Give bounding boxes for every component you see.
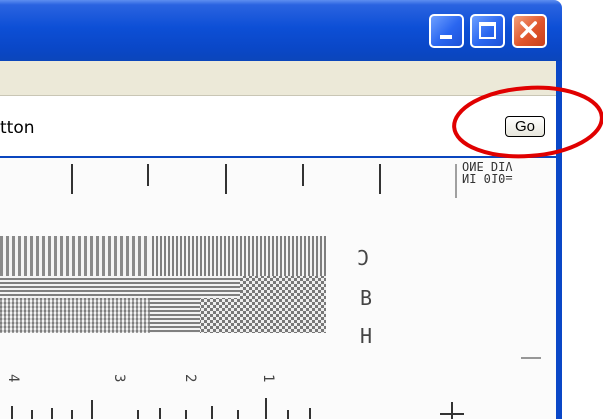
svg-text:4: 4 xyxy=(5,374,21,382)
minimize-button[interactable] xyxy=(429,14,464,48)
letter-b: B xyxy=(360,286,372,310)
close-icon xyxy=(520,21,537,39)
letter-h: H xyxy=(360,324,372,348)
svg-text:1: 1 xyxy=(260,374,276,382)
menu-bar xyxy=(0,61,562,96)
svg-text:2: 2 xyxy=(182,374,198,382)
letter-c: C xyxy=(357,246,369,270)
go-button[interactable]: Go xyxy=(505,116,545,137)
minimize-icon xyxy=(440,35,452,39)
svg-text:3: 3 xyxy=(111,374,127,382)
window-right-border xyxy=(556,61,562,419)
corner-label-line1: NI 010= xyxy=(462,171,513,185)
maximize-icon xyxy=(479,22,496,39)
maximize-button[interactable] xyxy=(470,14,505,48)
corner-label-line2: ONE DIV xyxy=(462,159,513,173)
resolution-chart-graphic: C B H 4 3 2 1 xyxy=(0,164,541,419)
address-toolbar xyxy=(0,96,556,158)
window-outside xyxy=(562,0,603,419)
address-text: tton xyxy=(0,118,35,138)
close-button[interactable] xyxy=(512,14,547,48)
corner-label: NI 010= ONE DIV xyxy=(462,159,513,185)
test-chart-image: C B H 4 3 2 1 NI 010= ONE DIV xyxy=(0,158,556,419)
